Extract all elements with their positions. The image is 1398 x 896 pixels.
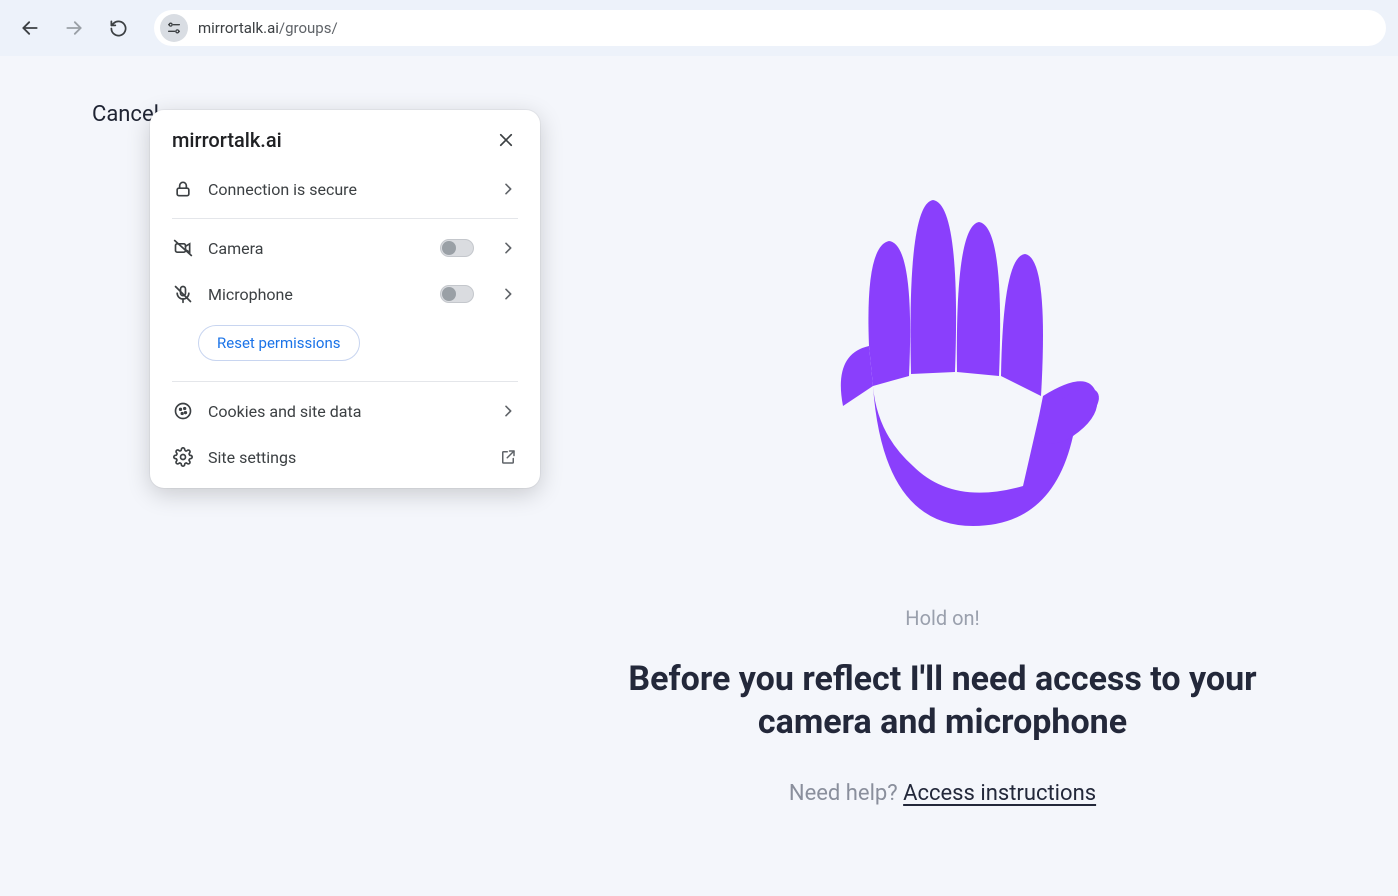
permission-prompt: Hold on! Before you reflect I'll need ac… <box>585 186 1300 806</box>
back-button[interactable] <box>12 10 48 46</box>
popup-title: mirrortalk.ai <box>172 128 282 152</box>
microphone-label: Microphone <box>208 285 426 304</box>
close-icon[interactable] <box>494 128 518 152</box>
chevron-right-icon <box>498 403 518 419</box>
chevron-right-icon[interactable] <box>498 286 518 302</box>
site-info-popup: mirrortalk.ai Connection is secure Camer… <box>150 110 540 488</box>
url-host: mirrortalk.ai <box>198 19 279 37</box>
microphone-off-icon <box>172 283 194 305</box>
microphone-row: Microphone <box>150 271 540 317</box>
external-link-icon <box>498 447 518 467</box>
hold-on-text: Hold on! <box>585 606 1300 630</box>
headline-text: Before you reflect I'll need access to y… <box>585 658 1300 743</box>
site-settings-label: Site settings <box>208 448 484 467</box>
reset-permissions-button[interactable]: Reset permissions <box>198 325 360 361</box>
camera-toggle[interactable] <box>440 239 474 257</box>
camera-row: Camera <box>150 225 540 271</box>
forward-button[interactable] <box>56 10 92 46</box>
reset-permissions-wrap: Reset permissions <box>150 317 540 375</box>
popup-header: mirrortalk.ai <box>150 128 540 166</box>
page-content: Cancel Hold on! Before you reflect I'll … <box>0 56 1398 896</box>
url-text: mirrortalk.ai/groups/ <box>198 19 338 37</box>
chevron-right-icon[interactable] <box>498 240 518 256</box>
connection-secure-row[interactable]: Connection is secure <box>150 166 540 212</box>
url-path: /groups/ <box>279 19 338 37</box>
hand-icon <box>773 186 1113 546</box>
browser-toolbar: mirrortalk.ai/groups/ <box>0 0 1398 56</box>
gear-icon <box>172 446 194 468</box>
divider <box>172 381 518 382</box>
microphone-toggle[interactable] <box>440 285 474 303</box>
lock-icon <box>172 178 194 200</box>
cookies-row[interactable]: Cookies and site data <box>150 388 540 434</box>
connection-secure-label: Connection is secure <box>208 180 484 199</box>
cookie-icon <box>172 400 194 422</box>
help-line: Need help? Access instructions <box>585 781 1300 806</box>
help-prefix: Need help? <box>789 781 903 806</box>
address-bar[interactable]: mirrortalk.ai/groups/ <box>154 10 1386 46</box>
divider <box>172 218 518 219</box>
site-info-icon[interactable] <box>160 14 188 42</box>
site-settings-row[interactable]: Site settings <box>150 434 540 480</box>
reload-button[interactable] <box>100 10 136 46</box>
cancel-button[interactable]: Cancel <box>92 102 159 127</box>
camera-label: Camera <box>208 239 426 258</box>
cookies-label: Cookies and site data <box>208 402 484 421</box>
chevron-right-icon <box>498 181 518 197</box>
access-instructions-link[interactable]: Access instructions <box>903 781 1096 806</box>
camera-off-icon <box>172 237 194 259</box>
